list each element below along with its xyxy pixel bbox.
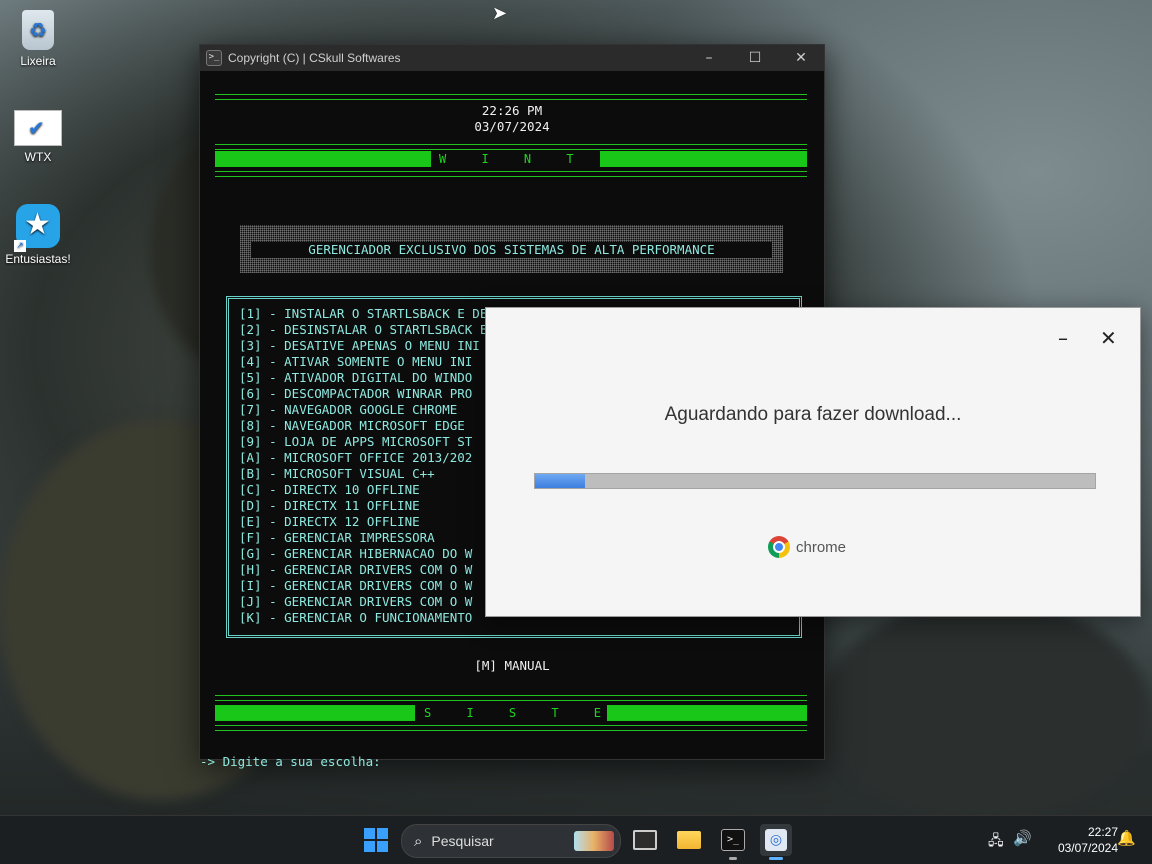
- menu-item: [4] - ATIVAR SOMENTE O MENU INI: [239, 354, 473, 369]
- dialog-close-button[interactable]: ✕: [1100, 326, 1117, 350]
- console-titlebar[interactable]: >_ Copyright (C) | CSkull Softwares – ☐ …: [200, 45, 824, 71]
- menu-item: [E] - DIRECTX 12 OFFLINE: [239, 514, 420, 529]
- menu-item: [B] - MICROSOFT VISUAL C++: [239, 466, 435, 481]
- chrome-brand: chrome: [768, 536, 846, 558]
- green-bar: [215, 705, 415, 721]
- checkmark-app-icon: [14, 110, 62, 146]
- file-explorer-button[interactable]: [673, 824, 705, 856]
- terminal-icon: >_: [721, 829, 745, 851]
- desktop-icon-label: Entusiastas!: [5, 252, 71, 266]
- recycle-bin-icon: [22, 10, 54, 50]
- green-bar: [607, 705, 807, 721]
- maximize-button[interactable]: ☐: [732, 50, 778, 66]
- task-view-button[interactable]: [629, 824, 661, 856]
- console-prompt[interactable]: -> Digite a sua escolha:: [200, 754, 381, 769]
- terminal-icon: >_: [206, 50, 222, 66]
- menu-item: [D] - DIRECTX 11 OFFLINE: [239, 498, 420, 513]
- console-title: Copyright (C) | CSkull Softwares: [228, 51, 401, 65]
- mouse-cursor-icon: ➤: [492, 3, 508, 24]
- menu-item: [8] - NAVEGADOR MICROSOFT EDGE: [239, 418, 465, 433]
- divider-line: [215, 94, 807, 100]
- desktop-icon-recycle-bin[interactable]: Lixeira: [0, 10, 76, 68]
- menu-item: [I] - GERENCIAR DRIVERS COM O W: [239, 578, 473, 593]
- divider-line: [215, 695, 807, 701]
- search-highlight-image: [574, 831, 614, 851]
- search-icon: ⌕: [414, 832, 423, 850]
- folder-icon: [677, 831, 701, 849]
- task-view-icon: [633, 830, 657, 850]
- volume-icon[interactable]: 🔊: [1013, 829, 1032, 847]
- menu-item: [7] - NAVEGADOR GOOGLE CHROME: [239, 402, 458, 417]
- installer-taskbar-button[interactable]: ◎: [760, 824, 792, 860]
- taskbar: ⌕ Pesquisar >_ ◎ 🖧 🔊 22:27 03/07/2024 🔔: [0, 815, 1152, 864]
- menu-item: [3] - DESATIVE APENAS O MENU INI: [239, 338, 480, 353]
- dialog-minimize-button[interactable]: –: [1058, 326, 1068, 350]
- menu-item: [H] - GERENCIAR DRIVERS COM O W: [239, 562, 473, 577]
- search-placeholder: Pesquisar: [431, 833, 494, 849]
- download-progress-fill: [535, 474, 586, 488]
- chrome-logo-icon: [768, 536, 790, 558]
- running-indicator: [729, 857, 737, 860]
- desktop-icon-entusiastas[interactable]: ↗ Entusiastas!: [0, 204, 76, 266]
- menu-item: [A] - MICROSOFT OFFICE 2013/202: [239, 450, 473, 465]
- console-time: 22:26 PM: [481, 103, 543, 118]
- header-label: GERENCIADOR EXCLUSIVO DOS SISTEMAS DE AL…: [251, 242, 772, 258]
- taskbar-search[interactable]: ⌕ Pesquisar: [401, 824, 621, 858]
- menu-item: [J] - GERENCIAR DRIVERS COM O W: [239, 594, 473, 609]
- shortcut-arrow-icon: ↗: [14, 240, 26, 252]
- menu-item: [C] - DIRECTX 10 OFFLINE: [239, 482, 420, 497]
- minimize-button[interactable]: –: [686, 50, 732, 66]
- menu-item: [F] - GERENCIAR IMPRESSORA: [239, 530, 435, 545]
- menu-item: [9] - LOJA DE APPS MICROSOFT ST: [239, 434, 473, 449]
- wallpaper-rocks: [820, 600, 1150, 820]
- desktop-icon-label: WTX: [24, 150, 52, 164]
- installer-icon: ◎: [765, 829, 787, 851]
- desktop-icon-wtx[interactable]: WTX: [0, 110, 76, 164]
- taskbar-time: 22:27: [1087, 825, 1118, 839]
- manual-option: [M] MANUAL: [474, 658, 550, 673]
- chrome-installer-dialog[interactable]: – ✕ Aguardando para fazer download... ch…: [485, 307, 1141, 617]
- menu-item: [6] - DESCOMPACTADOR WINRAR PRO: [239, 386, 473, 401]
- divider-line: [215, 725, 807, 731]
- menu-item: [K] - GERENCIAR O FUNCIONAMENTO: [239, 610, 473, 625]
- menu-item: [5] - ATIVADOR DIGITAL DO WINDO: [239, 370, 473, 385]
- close-button[interactable]: ✕: [778, 50, 824, 66]
- notification-bell-icon[interactable]: 🔔: [1117, 829, 1136, 847]
- green-bar: [600, 151, 807, 167]
- menu-item: [G] - GERENCIAR HIBERNACAO DO W: [239, 546, 473, 561]
- download-status: Aguardando para fazer download...: [664, 404, 962, 425]
- windows-start-button[interactable]: [364, 828, 388, 852]
- console-date: 03/07/2024: [474, 119, 550, 134]
- divider-line: [215, 171, 807, 177]
- download-progress-bar: [534, 473, 1096, 489]
- chrome-brand-label: chrome: [796, 538, 847, 556]
- divider-line: [215, 144, 807, 150]
- network-icon[interactable]: 🖧: [988, 830, 1004, 854]
- terminal-taskbar-button[interactable]: >_: [717, 824, 749, 860]
- green-bar: [215, 151, 431, 167]
- running-indicator: [769, 857, 783, 860]
- taskbar-date: 03/07/2024: [1057, 841, 1118, 855]
- star-shortcut-icon: ↗: [14, 204, 60, 252]
- taskbar-clock[interactable]: 22:27 03/07/2024: [1038, 824, 1118, 856]
- desktop-icon-label: Lixeira: [20, 54, 56, 68]
